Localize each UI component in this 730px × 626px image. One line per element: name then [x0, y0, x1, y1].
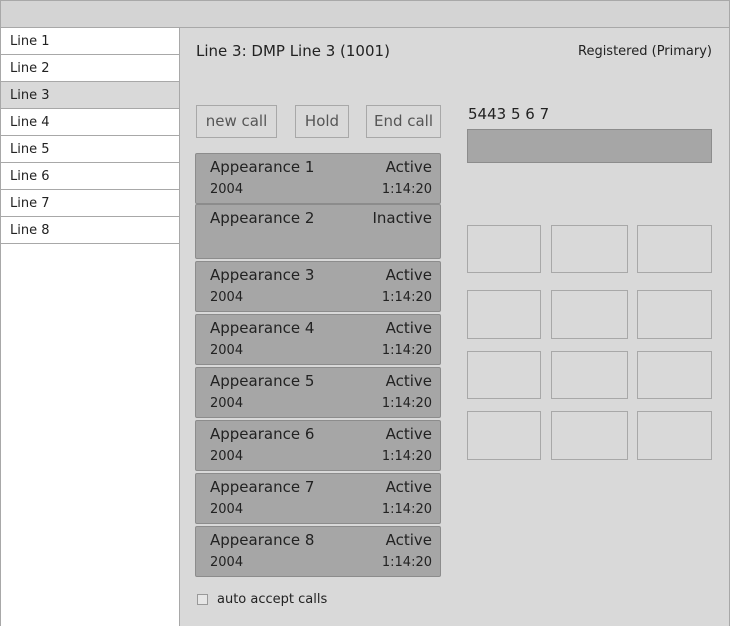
dialpad-key-7[interactable]	[467, 351, 541, 399]
appearance-time: 1:14:20	[381, 502, 432, 517]
dialpad-key-5[interactable]	[551, 290, 628, 339]
registration-status: Registered (Primary)	[578, 44, 712, 59]
call-appearance-6[interactable]: Appearance 6 Active 2004 1:14:20	[195, 420, 441, 471]
appearance-name: Appearance 2	[210, 209, 315, 227]
line-sidebar: Line 1 Line 2 Line 3 Line 4 Line 5 Line …	[0, 28, 180, 626]
sidebar-item-line-3[interactable]: Line 3	[1, 82, 179, 109]
dialpad-key-1[interactable]	[467, 225, 541, 273]
end-call-button[interactable]: End call	[366, 105, 441, 138]
appearance-status: Active	[385, 531, 432, 549]
sidebar-item-line-1[interactable]: Line 1	[1, 28, 179, 55]
appearance-status: Active	[385, 266, 432, 284]
appearance-name: Appearance 7	[210, 478, 315, 496]
sidebar-item-line-8[interactable]: Line 8	[1, 217, 179, 244]
appearance-name: Appearance 5	[210, 372, 315, 390]
dialpad-key-0[interactable]	[551, 411, 628, 460]
appearance-name: Appearance 6	[210, 425, 315, 443]
call-appearance-1[interactable]: Appearance 1 Active 2004 1:14:20	[195, 153, 441, 204]
page-title: Line 3: DMP Line 3 (1001)	[196, 42, 390, 60]
dialpad-key-star[interactable]	[467, 411, 541, 460]
appearance-time: 1:14:20	[381, 396, 432, 411]
appearance-status: Active	[385, 319, 432, 337]
auto-accept-checkbox[interactable]	[197, 594, 208, 605]
sidebar-item-line-7[interactable]: Line 7	[1, 190, 179, 217]
appearance-name: Appearance 4	[210, 319, 315, 337]
appearance-number: 2004	[210, 555, 244, 570]
appearance-time: 1:14:20	[381, 290, 432, 305]
call-appearance-8[interactable]: Appearance 8 Active 2004 1:14:20	[195, 526, 441, 577]
dialpad-key-9[interactable]	[637, 351, 712, 399]
call-appearance-2[interactable]: Appearance 2 Inactive	[195, 204, 441, 259]
appearance-status: Active	[385, 478, 432, 496]
sidebar-item-line-2[interactable]: Line 2	[1, 55, 179, 82]
appearance-status: Active	[385, 158, 432, 176]
new-call-button[interactable]: new call	[196, 105, 277, 138]
appearance-number: 2004	[210, 343, 244, 358]
sidebar-item-line-6[interactable]: Line 6	[1, 163, 179, 190]
appearance-number: 2004	[210, 396, 244, 411]
appearance-number: 2004	[210, 449, 244, 464]
call-appearance-5[interactable]: Appearance 5 Active 2004 1:14:20	[195, 367, 441, 418]
dialpad-key-4[interactable]	[467, 290, 541, 339]
appearance-number: 2004	[210, 182, 244, 197]
call-appearance-3[interactable]: Appearance 3 Active 2004 1:14:20	[195, 261, 441, 312]
appearance-name: Appearance 8	[210, 531, 315, 549]
dialpad-key-6[interactable]	[637, 290, 712, 339]
appearance-time: 1:14:20	[381, 555, 432, 570]
appearance-time: 1:14:20	[381, 449, 432, 464]
appearance-number: 2004	[210, 502, 244, 517]
dialpad-key-2[interactable]	[551, 225, 628, 273]
sidebar-item-line-4[interactable]: Line 4	[1, 109, 179, 136]
dialpad-key-hash[interactable]	[637, 411, 712, 460]
auto-accept-label: auto accept calls	[217, 592, 328, 607]
title-bar	[0, 0, 730, 28]
dialpad-key-8[interactable]	[551, 351, 628, 399]
auto-accept-option: auto accept calls	[197, 592, 327, 607]
appearance-status: Active	[385, 425, 432, 443]
appearance-name: Appearance 1	[210, 158, 315, 176]
line-detail-panel: Line 3: DMP Line 3 (1001) Registered (Pr…	[181, 28, 730, 626]
dialed-number: 5443 5 6 7	[468, 105, 550, 123]
dial-display	[467, 129, 712, 163]
appearance-time: 1:14:20	[381, 182, 432, 197]
appearance-time: 1:14:20	[381, 343, 432, 358]
call-appearance-7[interactable]: Appearance 7 Active 2004 1:14:20	[195, 473, 441, 524]
call-appearance-4[interactable]: Appearance 4 Active 2004 1:14:20	[195, 314, 441, 365]
dialpad-key-3[interactable]	[637, 225, 712, 273]
appearance-name: Appearance 3	[210, 266, 315, 284]
hold-button[interactable]: Hold	[295, 105, 349, 138]
appearance-status: Active	[385, 372, 432, 390]
sidebar-item-line-5[interactable]: Line 5	[1, 136, 179, 163]
appearance-number: 2004	[210, 290, 244, 305]
appearance-status: Inactive	[372, 209, 432, 227]
